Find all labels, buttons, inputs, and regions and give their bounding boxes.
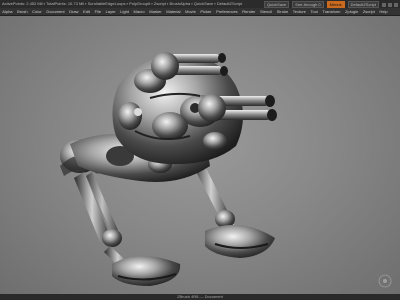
menus-button[interactable]: Menus [326, 1, 345, 8]
menu-item-tool[interactable]: Tool [308, 8, 320, 15]
window-controls [382, 1, 398, 7]
see-through-slider[interactable]: See-through 0 [292, 1, 324, 8]
menu-item-picker[interactable]: Picker [198, 8, 214, 15]
close-icon[interactable] [394, 3, 398, 7]
maximize-icon[interactable] [388, 3, 392, 7]
menu-item-stroke[interactable]: Stroke [274, 8, 290, 15]
title-bar: ActivePoints: 2.452 Mil ▪ TotalPoints: 1… [0, 0, 400, 8]
menu-item-document[interactable]: Document [44, 8, 67, 15]
menu-item-texture[interactable]: Texture [290, 8, 308, 15]
menu-item-movie[interactable]: Movie [183, 8, 198, 15]
navigation-gizmo-icon[interactable] [378, 274, 392, 288]
menu-item-draw[interactable]: Draw [67, 8, 81, 15]
menu-item-file[interactable]: File [92, 8, 103, 15]
menu-item-render[interactable]: Render [240, 8, 258, 15]
menu-item-edit[interactable]: Edit [81, 8, 93, 15]
quicksave-button[interactable]: QuickSave [263, 1, 290, 8]
menu-item-zplugin[interactable]: Zplugin [343, 8, 361, 15]
canvas-viewport[interactable] [0, 16, 400, 294]
menu-item-color[interactable]: Color [30, 8, 44, 15]
menu-item-zscript[interactable]: Zscript [361, 8, 378, 15]
title-stats: ActivePoints: 2.452 Mil ▪ TotalPoints: 1… [2, 1, 243, 6]
menu-item-brush[interactable]: Brush [15, 8, 30, 15]
menu-item-alpha[interactable]: Alpha [0, 8, 15, 15]
menu-item-material[interactable]: Material [164, 8, 183, 15]
menu-item-macro[interactable]: Macro [131, 8, 147, 15]
back-leg [192, 156, 275, 258]
minimize-icon[interactable] [382, 3, 386, 7]
menu-item-layer[interactable]: Layer [103, 8, 118, 15]
menu-item-light[interactable]: Light [118, 8, 131, 15]
status-bar: ZBrush 4R8 — Document [0, 294, 400, 300]
menu-item-stencil[interactable]: Stencil [258, 8, 275, 15]
mech-model [60, 52, 277, 286]
menu-item-transform[interactable]: Transform [320, 8, 343, 15]
default-script-button[interactable]: DefaultZScript [347, 1, 379, 8]
title-right-controls: QuickSave See-through 0 Menus DefaultZSc… [263, 0, 398, 8]
status-text: ZBrush 4R8 — Document [177, 294, 223, 299]
menu-item-marker[interactable]: Marker [147, 8, 164, 15]
menu-bar: Alpha Brush Color Document Draw Edit File Layer… [0, 8, 400, 16]
menu-item-preferences[interactable]: Preferences [214, 8, 240, 15]
menu-item-help[interactable]: Help [377, 8, 390, 15]
